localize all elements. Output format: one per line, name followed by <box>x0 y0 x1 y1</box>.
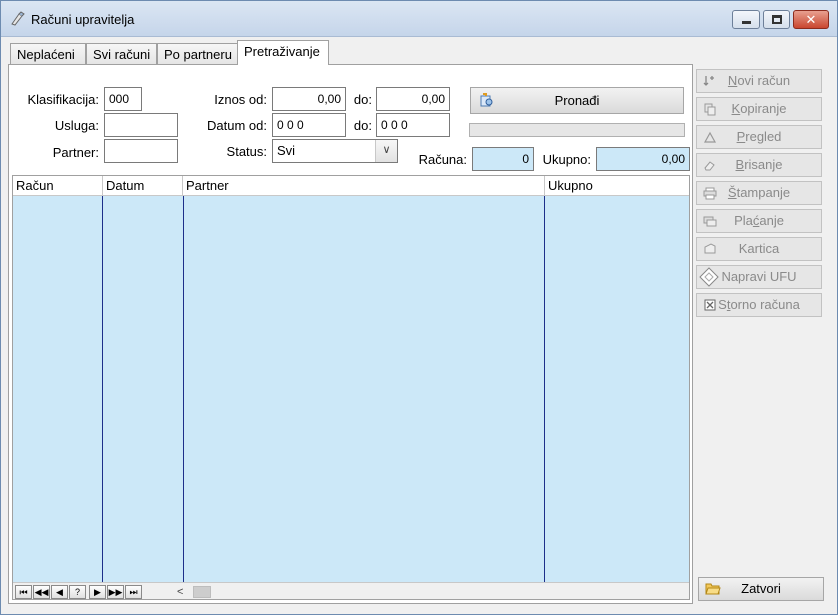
column-divider <box>183 196 184 582</box>
storno-icon <box>704 299 716 311</box>
close-icon: ✕ <box>805 12 817 27</box>
kopiranje-button[interactable]: Kopiranje <box>696 97 822 121</box>
new-icon <box>703 76 714 86</box>
printer-icon <box>703 187 717 200</box>
kartica-button[interactable]: Kartica <box>696 237 822 261</box>
copy-icon <box>704 103 716 116</box>
payment-icon <box>703 216 717 227</box>
title-bar[interactable]: Računi upravitelja ✕ <box>1 1 837 37</box>
prev-page-button[interactable]: ◀◀ <box>33 585 50 599</box>
column-header-partner[interactable]: Partner <box>183 176 545 196</box>
partner-label: Partner: <box>52 145 99 160</box>
partner-input[interactable] <box>104 139 178 163</box>
maximize-button[interactable] <box>763 10 790 29</box>
usluga-input[interactable] <box>104 113 178 137</box>
datum-do-input[interactable]: 0 0 0 <box>376 113 450 137</box>
novi-racun-label: Novi račun <box>727 73 791 88</box>
column-header-racun[interactable]: Račun <box>13 176 103 196</box>
window-title: Računi upravitelja <box>31 12 135 27</box>
pronadji-label: Pronađi <box>554 93 600 108</box>
folder-icon <box>705 583 721 595</box>
chevron-down-icon[interactable]: ∨ <box>375 140 397 162</box>
ukupno-label: Ukupno: <box>542 152 591 167</box>
storno-racuna-label: Storno računa <box>718 297 800 312</box>
tab-pretrazivanje[interactable]: Pretraživanje <box>237 40 329 65</box>
card-icon <box>704 243 716 254</box>
search-progress-bar <box>469 123 685 137</box>
scroll-left-icon[interactable]: < <box>177 585 183 599</box>
kartica-label: Kartica <box>738 241 780 256</box>
pregled-button[interactable]: Pregled <box>696 125 822 149</box>
close-window-button[interactable]: ✕ <box>793 10 829 29</box>
iznos-od-input[interactable]: 0,00 <box>272 87 346 111</box>
column-divider <box>102 196 103 582</box>
app-icon <box>11 11 25 26</box>
ukupno-total: 0,00 <box>596 147 690 171</box>
racuna-count: 0 <box>472 147 534 171</box>
iznos-od-label: Iznos od: <box>214 92 267 107</box>
racuna-label: Računa: <box>418 152 467 167</box>
minimize-button[interactable] <box>732 10 760 29</box>
novi-racun-button[interactable]: Novi račun <box>696 69 822 93</box>
iznos-do-label: do: <box>353 92 372 107</box>
eraser-icon <box>704 161 715 171</box>
invoice-grid[interactable]: Račun Datum Partner Ukupno ⏮ ◀◀ ◀ ? ▶ ▶▶… <box>12 175 690 600</box>
iznos-do-input[interactable]: 0,00 <box>376 87 450 111</box>
tab-strip: Neplaćeni Svi računi Po partneru Pretraž… <box>1 40 691 65</box>
column-divider <box>544 196 545 582</box>
status-select[interactable]: Svi ∨ <box>272 139 398 163</box>
klasifikacija-label: Klasifikacija: <box>27 92 99 107</box>
napravi-ufu-label: Napravi UFU <box>721 269 797 284</box>
datum-od-input[interactable]: 0 0 0 <box>272 113 346 137</box>
datum-do-label: do: <box>353 118 372 133</box>
grid-navigator: ⏮ ◀◀ ◀ ? ▶ ▶▶ ⏭ < <box>13 582 689 599</box>
napravi-ufu-button[interactable]: Napravi UFU <box>696 265 822 289</box>
next-record-button[interactable]: ▶ <box>89 585 106 599</box>
horizontal-scrollbar[interactable]: < <box>173 585 687 599</box>
column-header-datum[interactable]: Datum <box>103 176 183 196</box>
search-icon <box>480 93 493 107</box>
status-value: Svi <box>277 143 296 158</box>
first-record-button[interactable]: ⏮ <box>15 585 32 599</box>
klasifikacija-input[interactable]: 000 <box>104 87 142 111</box>
stampanje-button[interactable]: Štampanje <box>696 181 822 205</box>
grid-header: Račun Datum Partner Ukupno <box>13 176 689 196</box>
diamond-icon <box>699 267 719 287</box>
tab-svi-racuni[interactable]: Svi računi <box>86 43 157 65</box>
scroll-thumb[interactable] <box>193 586 211 598</box>
maximize-icon <box>772 15 782 24</box>
minimize-icon <box>742 21 751 24</box>
pregled-label: Pregled <box>736 129 782 144</box>
find-record-button[interactable]: ? <box>69 585 86 599</box>
placanje-button[interactable]: Plaćanje <box>696 209 822 233</box>
column-header-ukupno[interactable]: Ukupno <box>545 176 689 196</box>
usluga-label: Usluga: <box>54 118 99 133</box>
zatvori-label: Zatvori <box>741 581 781 596</box>
storno-racuna-button[interactable]: Storno računa <box>696 293 822 317</box>
next-page-button[interactable]: ▶▶ <box>107 585 124 599</box>
preview-icon <box>703 131 717 143</box>
placanje-label: Plaćanje <box>734 213 784 228</box>
brisanje-button[interactable]: Brisanje <box>696 153 822 177</box>
kopiranje-label: Kopiranje <box>731 101 787 116</box>
stampanje-label: Štampanje <box>727 185 791 200</box>
prev-record-button[interactable]: ◀ <box>51 585 68 599</box>
status-label: Status: <box>226 144 267 159</box>
pronadji-button[interactable]: Pronađi <box>470 87 684 114</box>
zatvori-button[interactable]: Zatvori <box>698 577 824 601</box>
last-record-button[interactable]: ⏭ <box>125 585 142 599</box>
brisanje-label: Brisanje <box>735 157 783 172</box>
tab-neplaceni[interactable]: Neplaćeni <box>10 43 86 65</box>
tab-po-partneru[interactable]: Po partneru <box>157 43 238 65</box>
main-window: Računi upravitelja ✕ Neplaćeni Svi račun… <box>0 0 838 615</box>
datum-od-label: Datum od: <box>207 118 267 133</box>
